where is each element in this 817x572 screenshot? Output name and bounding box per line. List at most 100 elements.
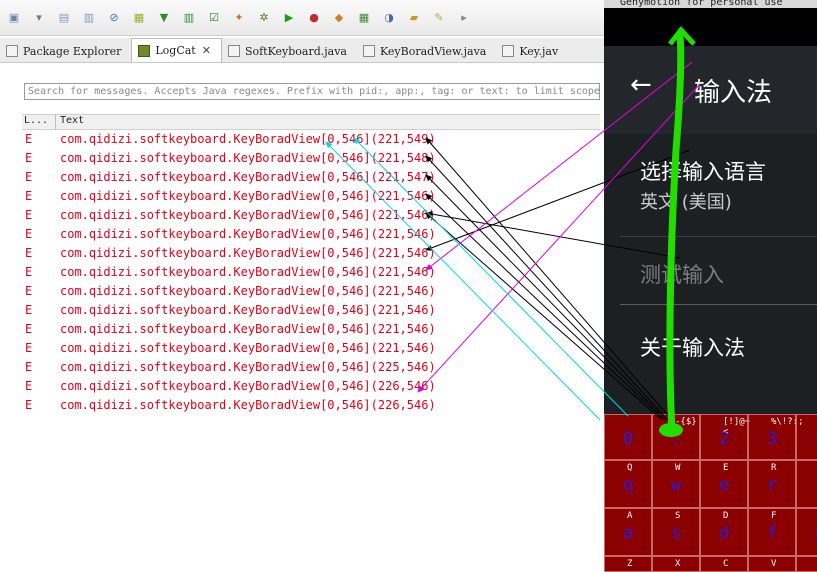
keyboard-key[interactable]: "4 (796, 414, 817, 460)
new-android-project-icon[interactable]: ✦ (231, 10, 247, 26)
log-level: E (25, 379, 33, 393)
table-row[interactable]: Ecom.qidizi.softkeyboard.KeyBoradView[0,… (22, 263, 600, 282)
key-primary-label: 2 (719, 429, 730, 449)
about-item[interactable]: 关于输入法 (640, 332, 745, 362)
log-text: com.qidizi.softkeyboard.KeyBoradView[0,5… (60, 398, 436, 412)
table-row[interactable]: Ecom.qidizi.softkeyboard.KeyBoradView[0,… (22, 377, 600, 396)
keyboard-key[interactable]: C (700, 556, 748, 572)
key-primary-label: w (671, 475, 682, 495)
external-tools-icon[interactable]: ● (306, 10, 322, 26)
key-secondary-label: -{$} (675, 417, 697, 427)
table-row[interactable]: Ecom.qidizi.softkeyboard.KeyBoradView[0,… (22, 149, 600, 168)
android-device-icon[interactable]: ▦ (131, 10, 147, 26)
tab-keyboradview-java[interactable]: KeyBoradView.java (357, 40, 496, 62)
run-icon[interactable]: ▶ (281, 10, 297, 26)
close-icon[interactable]: ✕ (202, 44, 211, 57)
keyboard-key[interactable]: X (652, 556, 700, 572)
table-row[interactable]: Ecom.qidizi.softkeyboard.KeyBoradView[0,… (22, 282, 600, 301)
keyboard-key[interactable]: g (796, 508, 817, 556)
genymotion-window: Genymotion for personal use ← 输入法 选择输入语言… (604, 0, 817, 572)
key-primary-label: s (671, 523, 682, 543)
new-icon[interactable]: ▣ (6, 10, 22, 26)
table-row[interactable]: Ecom.qidizi.softkeyboard.KeyBoradView[0,… (22, 339, 600, 358)
java-file-icon (502, 45, 515, 57)
keyboard-key[interactable] (796, 556, 817, 572)
divider (620, 304, 817, 305)
log-text: com.qidizi.softkeyboard.KeyBoradView[0,5… (60, 246, 436, 260)
test-input-field[interactable]: 测试输入 (640, 259, 724, 289)
back-arrow-icon[interactable]: ← (630, 70, 652, 100)
main-toolbar: ▣ ▾ ▤ ▥ ⊘ ▦ ▼ ▥ ☑ ✦ ✲ ▶ ● ◆ ▦ ◑ ▰ ✎ ▸ (0, 0, 604, 36)
key-secondary-label: A (627, 511, 633, 521)
column-text-header[interactable]: Text (56, 115, 84, 129)
keyboard-key[interactable]: Rr (748, 460, 796, 508)
log-text: com.qidizi.softkeyboard.KeyBoradView[0,5… (60, 322, 436, 336)
tab-logcat[interactable]: LogCat ✕ (131, 38, 222, 62)
keyboard-key[interactable]: Ss (652, 508, 700, 556)
table-row[interactable]: Ecom.qidizi.softkeyboard.KeyBoradView[0,… (22, 396, 600, 415)
tab-label: KeyBoradView.java (380, 44, 487, 58)
new-package-icon[interactable]: ▦ (356, 10, 372, 26)
table-row[interactable]: Ecom.qidizi.softkeyboard.KeyBoradView[0,… (22, 301, 600, 320)
keyboard-key[interactable]: 0 (604, 414, 652, 460)
keyboard-key[interactable]: V (748, 556, 796, 572)
keyboard-key[interactable]: %\!?:; 3 (748, 414, 804, 460)
log-text: com.qidizi.softkeyboard.KeyBoradView[0,5… (60, 360, 436, 374)
keyboard-key[interactable]: -{$}. (652, 414, 700, 460)
logcat-search-input[interactable]: Search for messages. Accepts Java regexe… (24, 83, 600, 100)
next-annotation-icon[interactable]: ▸ (456, 10, 472, 26)
key-primary-label: r (767, 475, 778, 495)
search-tool-icon[interactable]: ✎ (431, 10, 447, 26)
eclipse-window: ▣ ▾ ▤ ▥ ⊘ ▦ ▼ ▥ ☑ ✦ ✲ ▶ ● ◆ ▦ ◑ ▰ ✎ ▸ Package Explorer Log… (0, 0, 604, 572)
debug-icon[interactable]: ✲ (256, 10, 272, 26)
lint-icon[interactable]: ☑ (206, 10, 222, 26)
log-level: E (25, 322, 33, 336)
keyboard-key[interactable]: [!]@~< 2 (700, 414, 750, 460)
table-row[interactable]: Ecom.qidizi.softkeyboard.KeyBoradView[0,… (22, 244, 600, 263)
keyboard-key[interactable]: Aa (604, 508, 652, 556)
save-all-icon[interactable]: ▥ (81, 10, 97, 26)
table-row[interactable]: Ecom.qidizi.softkeyboard.KeyBoradView[0,… (22, 206, 600, 225)
log-level: E (25, 208, 33, 222)
log-level: E (25, 398, 33, 412)
key-secondary-label: V (771, 559, 777, 569)
keyboard-key[interactable]: t (796, 460, 817, 508)
log-text: com.qidizi.softkeyboard.KeyBoradView[0,5… (60, 284, 436, 298)
open-type-icon[interactable]: ◑ (381, 10, 397, 26)
key-secondary-label: S (675, 511, 681, 521)
keyboard-key[interactable]: Qq (604, 460, 652, 508)
new-menu-icon[interactable]: ▾ (31, 10, 47, 26)
table-row[interactable]: Ecom.qidizi.softkeyboard.KeyBoradView[0,… (22, 358, 600, 377)
table-row[interactable]: Ecom.qidizi.softkeyboard.KeyBoradView[0,… (22, 187, 600, 206)
keyboard-key[interactable]: Z (604, 556, 652, 572)
table-row[interactable]: Ecom.qidizi.softkeyboard.KeyBoradView[0,… (22, 225, 600, 244)
keyboard-key[interactable]: Ww (652, 460, 700, 508)
tab-package-explorer[interactable]: Package Explorer (0, 40, 131, 62)
language-value: 英文 (美国) (640, 192, 732, 213)
select-language-item[interactable]: 选择输入语言 (640, 156, 766, 186)
log-text: com.qidizi.softkeyboard.KeyBoradView[0,5… (60, 341, 436, 355)
table-row[interactable]: Ecom.qidizi.softkeyboard.KeyBoradView[0,… (22, 168, 600, 187)
new-class-icon[interactable]: ◆ (331, 10, 347, 26)
log-level: E (25, 189, 33, 203)
skip-breakpoints-icon[interactable]: ⊘ (106, 10, 122, 26)
key-secondary-label: R (771, 463, 777, 473)
log-level: E (25, 227, 33, 241)
table-row[interactable]: Ecom.qidizi.softkeyboard.KeyBoradView[0,… (22, 320, 600, 339)
keyboard-key[interactable]: Ee (700, 460, 748, 508)
divider (620, 236, 817, 237)
column-level-header[interactable]: L... (22, 115, 56, 129)
log-level: E (25, 360, 33, 374)
app-title: 输入法 (694, 78, 773, 108)
avd-manager-icon[interactable]: ▥ (181, 10, 197, 26)
keyboard-key[interactable]: Ff (748, 508, 796, 556)
keyboard-key[interactable]: Dd (700, 508, 748, 556)
open-folder-icon[interactable]: ▰ (406, 10, 422, 26)
tab-key-java[interactable]: Key.jav (496, 40, 568, 62)
tab-softkeyboard-java[interactable]: SoftKeyboard.java (222, 40, 357, 62)
save-icon[interactable]: ▤ (56, 10, 72, 26)
sdk-manager-icon[interactable]: ▼ (156, 10, 172, 26)
logcat-table-header: L... Text (22, 114, 600, 130)
table-row[interactable]: Ecom.qidizi.softkeyboard.KeyBoradView[0,… (22, 130, 600, 149)
log-text: com.qidizi.softkeyboard.KeyBoradView[0,5… (60, 132, 436, 146)
